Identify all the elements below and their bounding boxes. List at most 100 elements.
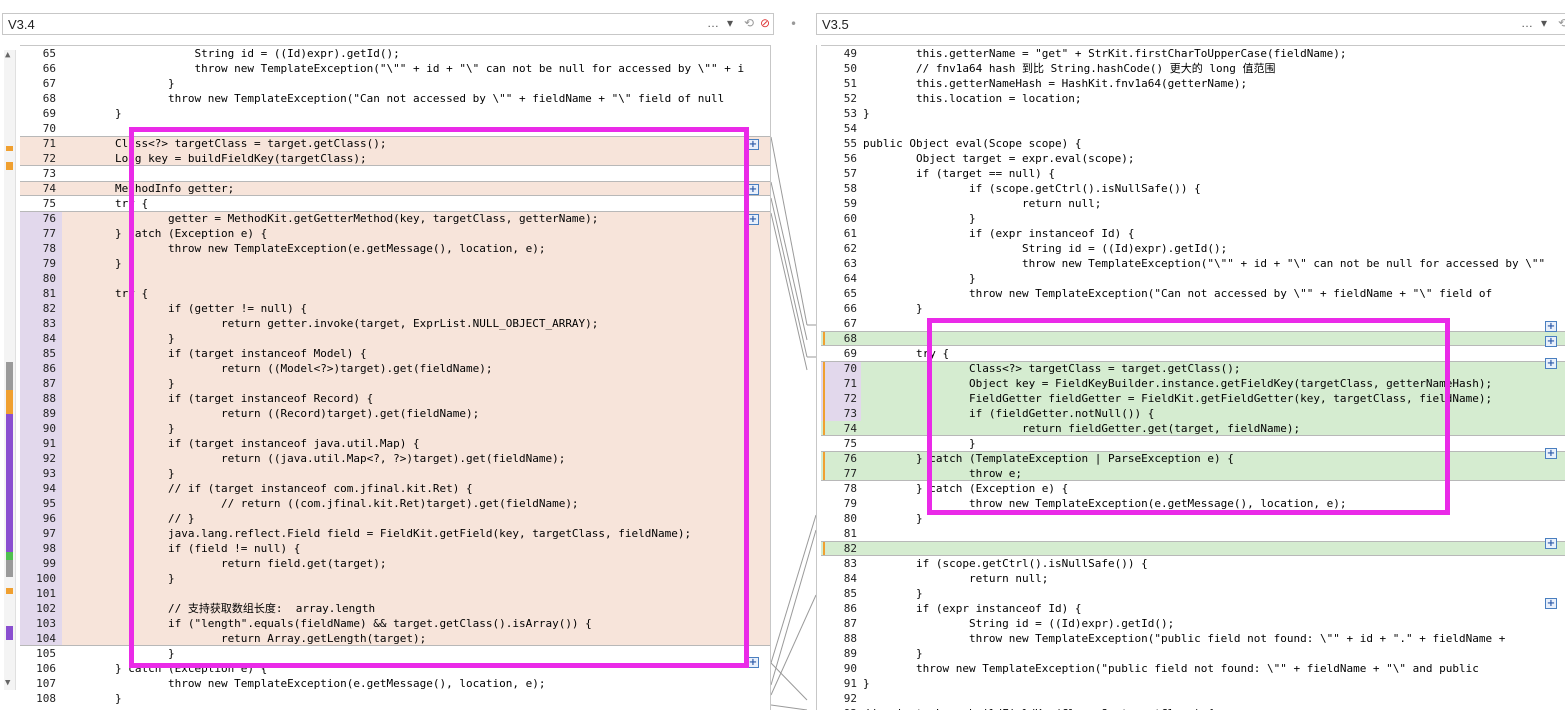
code-line[interactable]: 69 } <box>20 106 771 121</box>
code-line[interactable]: 84 } <box>20 331 771 346</box>
history-icon[interactable]: ⟲ <box>744 16 754 30</box>
code-line[interactable]: 85 } <box>821 586 1565 601</box>
code-line[interactable]: 104 return Array.getLength(target); <box>20 631 771 646</box>
code-line[interactable]: 91} <box>821 676 1565 691</box>
code-line[interactable]: 80 <box>20 271 771 286</box>
code-line[interactable]: 92 <box>821 691 1565 706</box>
code-line[interactable]: 67 } <box>20 76 771 91</box>
history-icon[interactable]: ⟲ <box>1558 16 1565 30</box>
code-line[interactable]: 70 <box>20 121 771 136</box>
code-line[interactable]: 103 if ("length".equals(fieldName) && ta… <box>20 616 771 631</box>
code-line[interactable]: 108 } <box>20 691 771 706</box>
code-line[interactable]: 76 getter = MethodKit.getGetterMethod(ke… <box>20 211 771 226</box>
code-line[interactable]: 52 this.location = location; <box>821 91 1565 106</box>
code-line[interactable]: 82 if (getter != null) { <box>20 301 771 316</box>
code-line[interactable]: 60 } <box>821 211 1565 226</box>
code-line[interactable]: 77 } catch (Exception e) { <box>20 226 771 241</box>
dropdown-icon[interactable]: ▾ <box>1541 16 1547 30</box>
code-line[interactable]: 64 } <box>821 271 1565 286</box>
code-line[interactable]: 83 return getter.invoke(target, ExprList… <box>20 316 771 331</box>
merge-block-button[interactable]: + <box>1545 538 1557 549</box>
code-line[interactable]: 67 <box>821 316 1565 331</box>
code-line[interactable]: 107 throw new TemplateException(e.getMes… <box>20 676 771 691</box>
more-options-icon[interactable]: … <box>1521 16 1533 30</box>
code-line[interactable]: 99 return field.get(target); <box>20 556 771 571</box>
code-line[interactable]: 51 this.getterNameHash = HashKit.fnv1a64… <box>821 76 1565 91</box>
code-line[interactable]: 97 java.lang.reflect.Field field = Field… <box>20 526 771 541</box>
code-line[interactable]: 79 throw new TemplateException(e.getMess… <box>821 496 1565 511</box>
code-line[interactable]: 89 } <box>821 646 1565 661</box>
code-line[interactable]: 78 throw new TemplateException(e.getMess… <box>20 241 771 256</box>
more-options-icon[interactable]: … <box>707 16 719 30</box>
code-line[interactable]: 49 this.getterName = "get" + StrKit.firs… <box>821 46 1565 61</box>
merge-block-button[interactable]: + <box>1545 336 1557 347</box>
code-line[interactable]: 66 throw new TemplateException("\"" + id… <box>20 61 771 76</box>
code-line[interactable]: 74 MethodInfo getter; <box>20 181 771 196</box>
code-line[interactable]: 65 String id = ((Id)expr).getId(); <box>20 46 771 61</box>
code-line[interactable]: 87 } <box>20 376 771 391</box>
code-line[interactable]: 72 Long key = buildFieldKey(targetClass)… <box>20 151 771 166</box>
code-line[interactable]: 89 return ((Record)target).get(fieldName… <box>20 406 771 421</box>
code-line[interactable]: 50 // fnv1a64 hash 到比 String.hashCode() … <box>821 61 1565 76</box>
refresh-icon[interactable]: ⊘ <box>760 16 770 30</box>
code-line[interactable]: 82 <box>821 541 1565 556</box>
code-line[interactable]: 81 <box>821 526 1565 541</box>
code-line[interactable]: 74 return fieldGetter.get(target, fieldN… <box>821 421 1565 436</box>
code-line[interactable]: 88 throw new TemplateException("public f… <box>821 631 1565 646</box>
code-line[interactable]: 77 throw e; <box>821 466 1565 481</box>
right-version-header[interactable]: V3.5 … ▾ ⟲ <box>816 13 1565 35</box>
code-line[interactable]: 84 return null; <box>821 571 1565 586</box>
code-line[interactable]: 70 Class<?> targetClass = target.getClas… <box>821 361 1565 376</box>
code-line[interactable]: 59 return null; <box>821 196 1565 211</box>
code-line[interactable]: 73 if (fieldGetter.notNull()) { <box>821 406 1565 421</box>
code-line[interactable]: 102 // 支持获取数组长度: array.length <box>20 601 771 616</box>
code-line[interactable]: 86 return ((Model<?>)target).get(fieldNa… <box>20 361 771 376</box>
code-line[interactable]: 106 } catch (Exception e) { <box>20 661 771 676</box>
code-line[interactable]: 65 throw new TemplateException("Can not … <box>821 286 1565 301</box>
code-line[interactable]: 92 return ((java.util.Map<?, ?>)target).… <box>20 451 771 466</box>
merge-block-button[interactable]: + <box>747 139 759 150</box>
merge-block-button[interactable]: + <box>1545 358 1557 369</box>
code-line[interactable]: 63 throw new TemplateException("\"" + id… <box>821 256 1565 271</box>
code-line[interactable]: 90 throw new TemplateException("public f… <box>821 661 1565 676</box>
code-line[interactable]: 57 if (target == null) { <box>821 166 1565 181</box>
code-line[interactable]: 54 <box>821 121 1565 136</box>
code-line[interactable]: 94 // if (target instanceof com.jfinal.k… <box>20 481 771 496</box>
code-line[interactable]: 100 } <box>20 571 771 586</box>
right-code-pane[interactable]: 49 this.getterName = "get" + StrKit.firs… <box>821 45 1565 710</box>
merge-block-button[interactable]: + <box>1545 321 1557 332</box>
code-line[interactable]: 90 } <box>20 421 771 436</box>
code-line[interactable]: 72 FieldGetter fieldGetter = FieldKit.ge… <box>821 391 1565 406</box>
merge-block-button[interactable]: + <box>747 657 759 668</box>
code-line[interactable]: 80 } <box>821 511 1565 526</box>
code-line[interactable]: 56 Object target = expr.eval(scope); <box>821 151 1565 166</box>
code-line[interactable]: 86 if (expr instanceof Id) { <box>821 601 1565 616</box>
code-line[interactable]: 93 } <box>20 466 771 481</box>
code-line[interactable]: 88 if (target instanceof Record) { <box>20 391 771 406</box>
merge-block-button[interactable]: + <box>1545 598 1557 609</box>
code-line[interactable]: 58 if (scope.getCtrl().isNullSafe()) { <box>821 181 1565 196</box>
code-line[interactable]: 91 if (target instanceof java.util.Map) … <box>20 436 771 451</box>
code-line[interactable]: 73 <box>20 166 771 181</box>
scroll-down-icon[interactable]: ▼ <box>5 678 10 688</box>
dropdown-icon[interactable]: ▾ <box>727 16 733 30</box>
left-version-header[interactable]: V3.4 … ▾ ⟲ ⊘ <box>2 13 774 35</box>
code-line[interactable]: 55 public Object eval(Scope scope) { <box>821 136 1565 151</box>
code-line[interactable]: 93 // private Long buildFieldKey(Class<?>… <box>821 706 1565 710</box>
code-line[interactable]: 79 } <box>20 256 771 271</box>
code-line[interactable]: 75 try { <box>20 196 771 211</box>
code-line[interactable]: 96 // } <box>20 511 771 526</box>
code-line[interactable]: 85 if (target instanceof Model) { <box>20 346 771 361</box>
code-line[interactable]: 78 } catch (Exception e) { <box>821 481 1565 496</box>
code-line[interactable]: 53} <box>821 106 1565 121</box>
code-line[interactable]: 62 String id = ((Id)expr).getId(); <box>821 241 1565 256</box>
merge-block-button[interactable]: + <box>747 214 759 225</box>
code-line[interactable]: 98 if (field != null) { <box>20 541 771 556</box>
scroll-up-icon[interactable]: ▲ <box>5 50 10 60</box>
code-line[interactable]: 83 if (scope.getCtrl().isNullSafe()) { <box>821 556 1565 571</box>
code-line[interactable]: 81 try { <box>20 286 771 301</box>
code-line[interactable]: 66 } <box>821 301 1565 316</box>
left-code-pane[interactable]: 65 String id = ((Id)expr).getId(); 66 thr… <box>20 45 771 710</box>
code-line[interactable]: 101 <box>20 586 771 601</box>
left-overview-ruler[interactable]: ▲ ▼ <box>4 50 16 690</box>
